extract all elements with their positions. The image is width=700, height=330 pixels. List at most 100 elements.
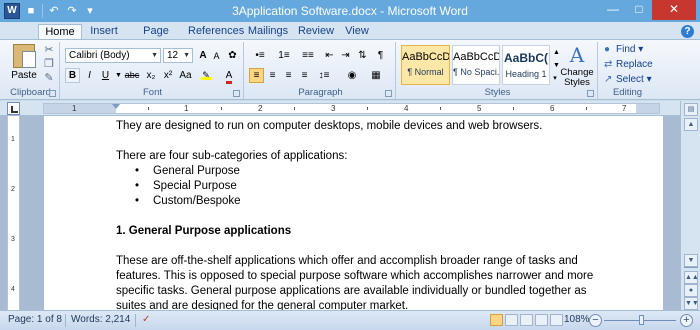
ruler-number: 1 <box>72 104 77 113</box>
ruler-number: 4 <box>404 104 409 113</box>
strikethrough-button[interactable]: abc <box>122 68 142 83</box>
page-count[interactable]: Page: 1 of 8 <box>8 314 62 325</box>
chevron-down-icon[interactable]: ▼ <box>114 68 122 83</box>
horizontal-ruler[interactable]: 1 1 2 3 4 5 6 7 <box>43 103 660 114</box>
chevron-down-icon[interactable]: ▼ <box>151 49 158 62</box>
maximize-icon[interactable]: □ <box>626 0 652 20</box>
underline-button[interactable]: U <box>98 68 113 83</box>
document-body[interactable]: They are designed to run on computer des… <box>116 119 636 310</box>
sort-icon[interactable]: ⇅ <box>355 48 370 63</box>
scroll-up-icon[interactable]: ▲ <box>684 118 698 131</box>
justify-icon[interactable]: ≡ <box>297 68 312 83</box>
minimize-icon[interactable]: — <box>600 0 626 20</box>
clear-formatting-icon[interactable]: ✿ <box>225 48 240 63</box>
first-line-indent-marker[interactable] <box>112 104 120 109</box>
numbering-icon[interactable]: 1≡ <box>273 48 295 63</box>
decrease-indent-icon[interactable]: ⇤ <box>322 48 337 63</box>
style-normal[interactable]: AaBbCcD ¶ Normal <box>401 45 450 85</box>
grow-font-button[interactable]: A <box>196 48 210 63</box>
borders-icon[interactable]: ▦ <box>366 68 386 83</box>
window-controls: — □ ✕ <box>600 0 696 20</box>
close-icon[interactable]: ✕ <box>652 0 696 20</box>
style-sample: AaBbCcD <box>402 51 449 63</box>
tab-insert[interactable]: Insert <box>84 24 124 40</box>
bold-button[interactable]: B <box>65 68 80 83</box>
select-button[interactable]: ↗ Select ▾ <box>604 74 652 88</box>
format-painter-icon[interactable]: ✎ <box>42 72 56 85</box>
copy-icon[interactable]: ❐ <box>42 58 56 71</box>
word-count[interactable]: Words: 2,214 <box>71 314 130 325</box>
font-name-combo[interactable]: Calibri (Body) ▼ <box>65 48 161 63</box>
zoom-out-icon[interactable]: − <box>589 314 602 327</box>
cut-icon[interactable]: ✂ <box>42 44 56 57</box>
line-spacing-icon[interactable]: ↕≡ <box>314 68 334 83</box>
outline-icon[interactable] <box>535 314 548 326</box>
superscript-button[interactable]: x² <box>160 68 176 83</box>
help-icon[interactable]: ? <box>681 25 694 38</box>
align-left-icon[interactable]: ≡ <box>249 68 264 83</box>
binoculars-icon: ● <box>604 44 611 55</box>
shrink-font-button[interactable]: A <box>210 49 223 64</box>
zoom-in-icon[interactable]: + <box>680 314 693 327</box>
highlight-button[interactable]: ✎ <box>196 68 216 83</box>
list-item: Custom/Bespoke <box>116 194 636 209</box>
view-ruler-icon[interactable]: ▤ <box>684 103 698 116</box>
find-button[interactable]: ● Find ▾ <box>604 44 643 58</box>
full-screen-reading-icon[interactable] <box>505 314 518 326</box>
proofing-icon[interactable]: ✓ <box>142 314 150 325</box>
style-no-spacing[interactable]: AaBbCcD ¶ No Spaci... <box>452 45 500 85</box>
clipboard-launcher-icon[interactable] <box>49 90 56 97</box>
document-page[interactable]: They are designed to run on computer des… <box>44 116 663 310</box>
zoom-slider-thumb[interactable] <box>638 315 644 325</box>
shading-icon[interactable]: ◉ <box>342 68 362 83</box>
print-layout-icon[interactable] <box>490 314 503 326</box>
ruler-tick <box>221 107 222 110</box>
draft-icon[interactable] <box>550 314 563 326</box>
increase-indent-icon[interactable]: ⇥ <box>338 48 353 63</box>
ruler-number: 1 <box>184 104 189 113</box>
previous-page-icon[interactable]: ▲▲ <box>684 271 699 284</box>
style-name: Heading 1 <box>505 69 547 79</box>
browse-object-icon[interactable]: ● <box>684 284 698 297</box>
tab-view[interactable]: View <box>340 24 374 40</box>
ruler-tick <box>367 107 368 110</box>
tab-mailings[interactable]: Mailings <box>246 24 290 40</box>
web-layout-icon[interactable] <box>520 314 533 326</box>
chevron-down-icon[interactable]: ▼ <box>183 49 190 62</box>
paste-button[interactable]: Paste <box>6 70 42 81</box>
tab-review[interactable]: Review <box>296 24 336 40</box>
align-center-icon[interactable]: ≡ <box>265 68 280 83</box>
tab-selector-icon[interactable] <box>7 102 20 115</box>
next-page-icon[interactable]: ▼▼ <box>684 297 699 310</box>
ruler-tick <box>586 107 587 110</box>
replace-button[interactable]: ⇄ Replace <box>604 59 653 73</box>
ruler-tick <box>148 107 149 110</box>
bullets-icon[interactable]: •≡ <box>249 48 271 63</box>
zoom-level[interactable]: 108% <box>564 314 590 325</box>
paragraph-launcher-icon[interactable] <box>385 90 392 97</box>
paste-icon[interactable] <box>13 44 36 68</box>
change-case-button[interactable]: Aa <box>177 68 194 83</box>
style-heading-1[interactable]: AaBbC( Heading 1 <box>502 45 550 85</box>
vruler-number: 3 <box>11 236 15 243</box>
scroll-down-icon[interactable]: ▼ <box>684 254 698 267</box>
paragraph-line: suites and are designed for the general … <box>116 300 409 310</box>
styles-launcher-icon[interactable] <box>587 90 594 97</box>
vertical-ruler[interactable]: 1 2 3 4 <box>7 116 20 310</box>
highlighter-icon: ✎ <box>200 70 212 80</box>
subscript-button[interactable]: x₂ <box>143 68 159 83</box>
vertical-scrollbar[interactable]: ▤ ▲ ▼ ▲▲ ● ▼▼ <box>680 101 700 310</box>
clipboard-group: Paste ✂ ❐ ✎ Clipboard <box>2 42 60 99</box>
show-marks-button[interactable]: ¶ <box>373 48 388 63</box>
align-right-icon[interactable]: ≡ <box>281 68 296 83</box>
vruler-number: 2 <box>11 186 15 193</box>
multilevel-list-icon[interactable]: ≡≡ <box>297 48 319 63</box>
ruler-number: 6 <box>550 104 555 113</box>
change-styles-button[interactable]: A Change Styles <box>558 42 596 88</box>
font-color-button[interactable]: A <box>219 68 239 84</box>
font-launcher-icon[interactable] <box>233 90 240 97</box>
italic-button[interactable]: I <box>82 68 97 83</box>
tab-references[interactable]: References <box>188 24 244 40</box>
font-size-combo[interactable]: 12 ▼ <box>163 48 193 63</box>
tab-page-layout[interactable]: Page Layout <box>126 24 186 52</box>
